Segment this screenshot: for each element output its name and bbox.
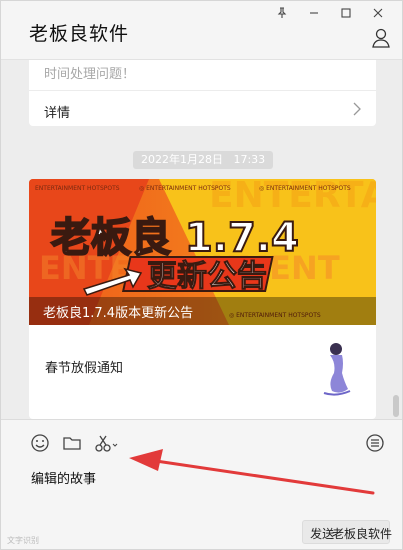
chevron-right-icon: [350, 100, 364, 118]
scissors-icon[interactable]: [93, 432, 121, 454]
pin-icon[interactable]: [266, 3, 298, 23]
svg-text:◎ ENTERTAINMENT HOTSPOTS: ◎ ENTERTAINMENT HOTSPOTS: [139, 185, 231, 192]
emoji-icon[interactable]: [29, 432, 51, 454]
send-label: 发送: [310, 527, 335, 541]
message-timestamp: 2022年1月28日 17:33: [133, 151, 274, 169]
banner-tagline-top: ENTERTAINMENT HOTSPOTS: [35, 185, 120, 192]
send-button-overlay: 发送 老板良软件: [310, 525, 392, 542]
article-item-title[interactable]: 春节放假通知: [45, 357, 123, 376]
article-card-update[interactable]: ENTERTAI ENTERTAINMENT ENTERTAINMENT HOT…: [29, 179, 376, 419]
maximize-icon[interactable]: [330, 3, 362, 23]
chat-window: 老板良软件 时间处理问题！ 详情 2022年1月28日 17:33 ENTERT…: [0, 0, 403, 550]
watermark: 文字识别: [7, 536, 39, 545]
article-banner[interactable]: ENTERTAI ENTERTAINMENT ENTERTAINMENT HOT…: [29, 179, 376, 325]
svg-text:◎ ENTERTAINMENT HOTSPOTS: ◎ ENTERTAINMENT HOTSPOTS: [259, 185, 351, 192]
window-controls: [266, 3, 394, 23]
title-bar: 老板良软件: [1, 1, 402, 60]
banner-caption-bar: 老板良1.7.4版本更新公告: [29, 297, 376, 325]
scrollbar-thumb[interactable]: [393, 395, 399, 417]
banner-headline: 老板良 1.7.4: [51, 215, 299, 261]
divider: [29, 90, 376, 91]
minimize-icon[interactable]: [298, 3, 330, 23]
article-thumbnail[interactable]: [314, 337, 358, 399]
folder-icon[interactable]: [61, 432, 83, 454]
chat-history-icon[interactable]: [364, 432, 386, 454]
overlay-text: 老板良软件: [331, 527, 392, 541]
details-link[interactable]: 详情: [44, 102, 70, 121]
close-icon[interactable]: [362, 3, 394, 23]
article-card-previous[interactable]: 时间处理问题！ 详情: [29, 60, 376, 126]
banner-caption: 老板良1.7.4版本更新公告: [43, 306, 194, 321]
message-list[interactable]: 时间处理问题！ 详情 2022年1月28日 17:33 ENTERT ENTER…: [1, 60, 402, 419]
compose-area: 编辑的故事 发送 老板良软件 文字识别: [1, 419, 402, 549]
message-input[interactable]: 编辑的故事: [31, 468, 96, 487]
article-excerpt: 时间处理问题！: [44, 67, 136, 82]
profile-icon[interactable]: [370, 27, 392, 49]
banner-subheadline: 更新公告: [147, 259, 267, 294]
window-title: 老板良软件: [29, 23, 130, 45]
